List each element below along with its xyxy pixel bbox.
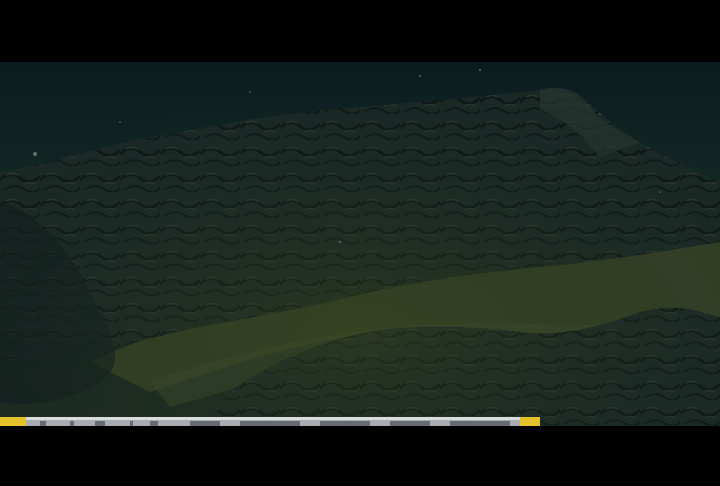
rov-instrument-bar	[0, 415, 540, 428]
letterbox-top	[0, 0, 720, 62]
seafloor-photo	[0, 62, 720, 426]
letterbox-bottom	[0, 426, 720, 486]
